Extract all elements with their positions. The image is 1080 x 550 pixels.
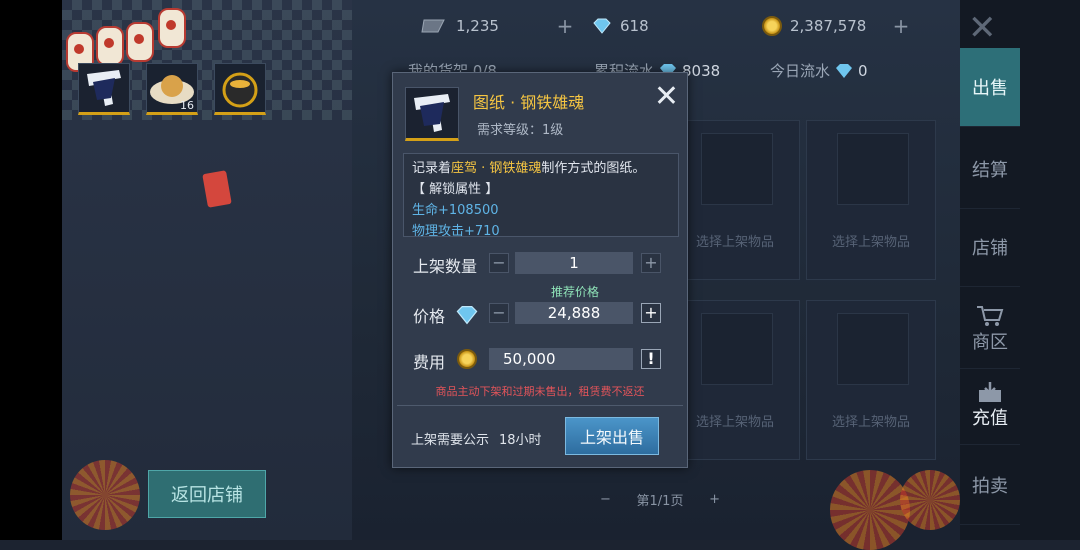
lantern-icon (96, 26, 124, 66)
item-description[interactable]: 记录着座驾 · 钢铁雄魂制作方式的图纸。 【 解锁属性 】 生命+108500 … (403, 153, 679, 237)
gold-coin-icon (457, 349, 477, 369)
diamond-icon (593, 18, 611, 34)
list-for-sale-button[interactable]: 上架出售 (565, 417, 659, 455)
price-increase-button[interactable]: + (641, 303, 661, 323)
recommended-price-link[interactable]: 推荐价格 (551, 283, 599, 300)
blueprint-icon (79, 64, 129, 112)
currency-cloud: 1,235 (420, 12, 499, 40)
shelf-slot[interactable]: 选择上架物品 (670, 300, 800, 460)
add-gold-button[interactable]: + (890, 15, 912, 37)
lantern-icon (126, 22, 154, 62)
shelf-slot[interactable]: 选择上架物品 (806, 300, 936, 460)
inventory-item-pot[interactable] (214, 63, 266, 115)
fee-field: 50,000 (489, 348, 633, 370)
blueprint-icon (414, 94, 450, 132)
quantity-label: 上架数量 (413, 257, 478, 276)
price-field[interactable]: 24,888 (515, 302, 633, 324)
next-page-button[interactable]: + (709, 492, 720, 507)
attribute-hp: 生命+108500 (412, 203, 499, 218)
cloud-amount: 1,235 (456, 17, 499, 35)
divider (397, 405, 683, 406)
shelf-slot[interactable]: 选择上架物品 (670, 120, 800, 280)
price-decrease-button[interactable]: − (489, 303, 509, 323)
fee-label: 费用 (413, 353, 446, 372)
close-icon[interactable]: ✕ (654, 79, 679, 114)
umbrella-decoration (900, 470, 960, 530)
fee-warning: 商品主动下架和过期未售出，租赁费不返还 (435, 385, 645, 398)
nav-recharge[interactable]: 充值 (960, 366, 1020, 445)
unlock-heading: 【 解锁属性 】 (412, 182, 499, 197)
left-letterbox (0, 0, 62, 540)
price-label: 价格 (413, 307, 446, 326)
description-line: 记录着座驾 · 钢铁雄魂制作方式的图纸。 (412, 161, 646, 176)
listing-dialog: 图纸 · 钢铁雄魂 需求等级：1级 ✕ 记录着座驾 · 钢铁雄魂制作方式的图纸。… (392, 72, 688, 468)
inventory-item-cookies[interactable]: 16 (146, 63, 198, 115)
cloud-gem-icon (421, 19, 445, 33)
page-indicator: 第1/1页 (636, 493, 684, 509)
lantern-icon (158, 8, 186, 48)
diamond-icon (456, 306, 478, 325)
nav-market[interactable]: 商区 (960, 290, 1020, 369)
gold-coin-icon (762, 16, 782, 36)
item-title: 图纸 · 钢铁雄魂 (473, 93, 585, 112)
prev-page-button[interactable]: − (600, 492, 611, 507)
umbrella-decoration (830, 470, 910, 550)
add-cloud-button[interactable]: + (554, 15, 576, 37)
nav-auction[interactable]: 拍卖 (960, 446, 1020, 525)
currency-gold: 2,387,578 (762, 12, 866, 40)
level-requirement: 需求等级：1级 (477, 123, 564, 138)
nav-settle[interactable]: 结算 (960, 130, 1020, 209)
nav-shop[interactable]: 店铺 (960, 208, 1020, 287)
pot-icon (222, 72, 258, 108)
quantity-field[interactable]: 1 (515, 252, 633, 274)
publicity-info: 上架需要公示 18小时 (411, 433, 542, 448)
publicity-duration: 18小时 (499, 433, 542, 448)
inventory-count: 16 (180, 99, 194, 112)
attribute-attack: 物理攻击+710 (412, 224, 500, 237)
quantity-increase-button[interactable]: + (641, 253, 661, 273)
nav-sell[interactable]: 出售 (960, 48, 1020, 127)
item-icon (405, 87, 459, 141)
download-box-icon (979, 382, 1001, 402)
currency-diamond: 618 (592, 12, 649, 40)
today-value: 0 (858, 61, 868, 80)
gold-amount: 2,387,578 (790, 17, 867, 35)
shelf-slot[interactable]: 选择上架物品 (806, 120, 936, 280)
back-to-shop-button[interactable]: 返回店铺 (148, 470, 266, 518)
umbrella-decoration (70, 460, 140, 530)
pager: − 第1/1页 + (600, 488, 720, 510)
today-flow: 今日流水 0 (770, 61, 868, 81)
fee-info-icon[interactable]: ! (641, 349, 661, 369)
diamond-amount: 618 (620, 17, 649, 35)
cart-icon (977, 306, 1004, 326)
quantity-decrease-button[interactable]: − (489, 253, 509, 273)
close-icon[interactable]: ✕ (968, 8, 997, 48)
inventory-item-blueprint[interactable] (78, 63, 130, 115)
diamond-icon (836, 63, 853, 78)
